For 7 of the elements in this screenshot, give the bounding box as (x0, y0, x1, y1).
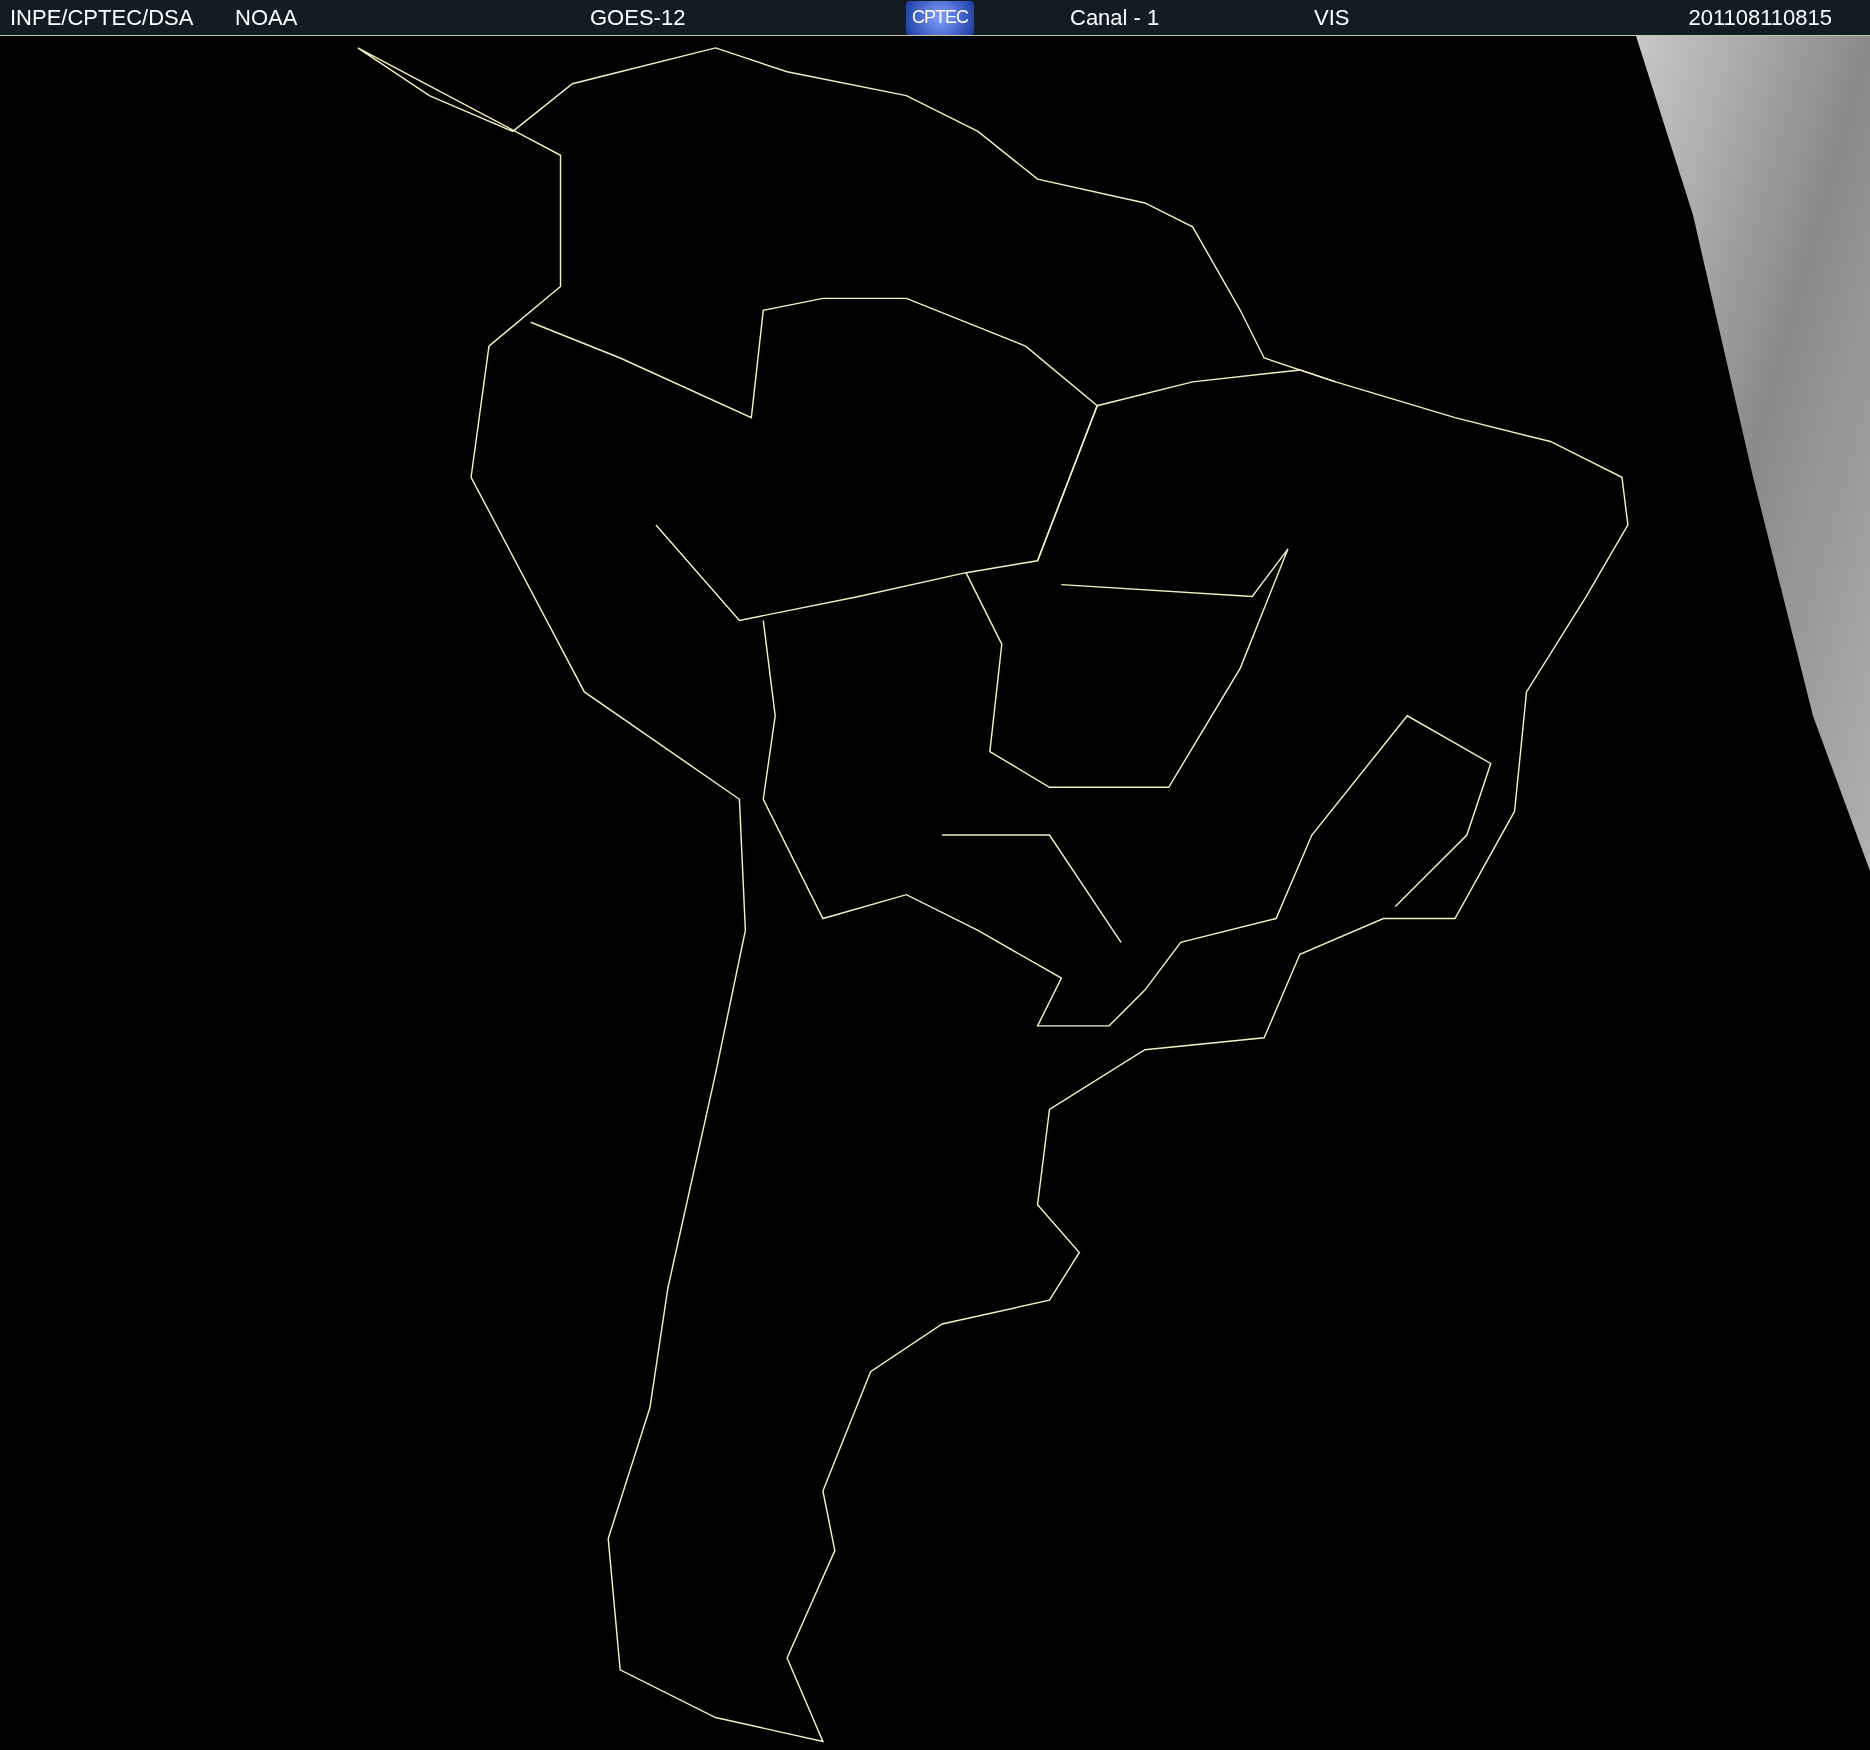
timestamp-label: 201108110815 (1688, 4, 1833, 31)
band-label: VIS (1314, 4, 1350, 31)
logo: CPTEC (906, 0, 974, 35)
satellite-label: GOES-12 (590, 4, 687, 31)
agency-label: NOAA (235, 4, 299, 31)
channel-label: Canal - 1 (1070, 4, 1161, 31)
source-label: INPE/CPTEC/DSA (9, 4, 195, 31)
